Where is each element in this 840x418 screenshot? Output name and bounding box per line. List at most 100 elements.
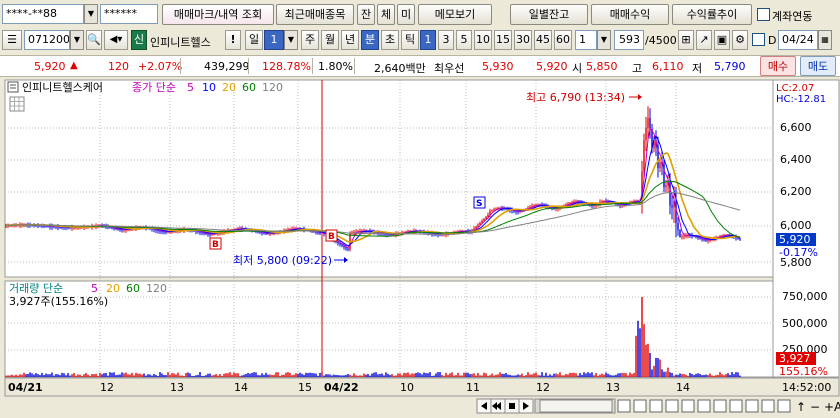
volume-bar [519,374,521,377]
yearly-button[interactable]: 년 [341,30,359,50]
x-label-15: 15 [298,381,312,394]
password-field[interactable]: ****** [100,4,158,24]
y-tick-6600: 6,600 [780,121,812,134]
price-volume-chart[interactable]: 인피니트헬스케어 종가 단순 5 10 20 60 120 최고 6,790 (… [0,79,840,418]
interval-3-button[interactable]: 3 [438,30,454,50]
daily-button[interactable]: 일 [245,30,263,50]
stock-code-field[interactable]: 071200 [24,30,70,50]
grid-icon[interactable]: ⊞ [678,30,694,50]
trade-profit-button[interactable]: 매매수익 [591,4,669,25]
minute-button[interactable]: 분 [361,30,379,50]
tool-icon-9[interactable] [745,399,759,413]
volume-bar [199,372,201,377]
volume-bar [299,372,301,377]
account-link-checkbox[interactable] [757,8,770,21]
tool-icon-5[interactable] [681,399,695,413]
stock-code-dropdown-icon[interactable]: ▼ [70,30,84,50]
alert-button[interactable]: ! [225,30,241,50]
volume-bar [589,373,591,377]
buy-button[interactable]: 매수 [760,56,796,76]
count-field[interactable]: 593 [614,30,644,50]
memo-button[interactable]: 메모보기 [418,4,492,25]
volume-bar [401,375,403,377]
volume-bar [225,373,227,377]
interval-30-button[interactable]: 30 [514,30,532,50]
panel-menu-icon[interactable] [7,81,19,93]
tool-icon-2[interactable] [633,399,647,413]
balance-button[interactable]: 잔 [357,4,375,25]
unexecuted-button[interactable]: 미 [397,4,415,25]
settings-icon[interactable]: ⚙ [732,30,748,50]
volume-bar [181,375,183,377]
period-dropdown-icon[interactable]: ▼ [284,30,298,50]
weekly-button[interactable]: 주 [301,30,319,50]
second-button[interactable]: 초 [381,30,399,50]
grid-toggle-icon[interactable] [9,96,25,112]
tool-icon-11[interactable] [777,399,791,413]
chart-tool-icon[interactable]: ↗ [696,30,712,50]
tool-icon-7[interactable] [713,399,727,413]
volume-bar [231,374,233,377]
tick-button[interactable]: 틱 [401,30,419,50]
volume-bar [595,372,597,377]
tool-icon-1[interactable] [617,399,631,413]
volume-bar [627,375,629,377]
volume-bar [185,373,187,377]
save-icon[interactable]: ▣ [714,30,730,50]
interval-10-button[interactable]: 10 [474,30,492,50]
search-icon[interactable]: 🔍 [86,30,102,50]
zoom-in-icon[interactable]: + [824,400,834,414]
interval-5-button[interactable]: 5 [456,30,472,50]
calendar-icon[interactable]: ▦ [818,30,832,50]
count-select[interactable]: 1 [575,30,597,50]
period-select[interactable]: 1 [264,30,284,50]
tool-icon-8[interactable] [729,399,743,413]
auto-scale-icon[interactable]: A [834,400,840,414]
daily-balance-button[interactable]: 일별잔고 [510,4,588,25]
volume-bar [451,372,453,377]
account-number-field[interactable]: ****-**88 [2,4,84,24]
volume-bar [177,372,179,377]
volume-bar [421,374,423,377]
interval-60-button[interactable]: 60 [554,30,572,50]
tool-icon-6[interactable] [697,399,711,413]
volume-bar [735,372,737,377]
monthly-button[interactable]: 월 [321,30,339,50]
interval-45-button[interactable]: 45 [534,30,552,50]
date-checkbox[interactable] [752,33,765,46]
list-icon[interactable]: ☰ [2,30,22,50]
volume-bar [249,373,251,377]
volume-bar [227,373,229,377]
vol-tick-500000: 500,000 [782,317,828,330]
interval-1-button[interactable]: 1 [420,30,436,50]
volume-bar [215,374,217,377]
count-dropdown-icon[interactable]: ▼ [597,30,611,50]
zoom-out-icon[interactable]: − [810,400,820,414]
scroll-thumb[interactable] [539,399,613,413]
speaker-icon[interactable]: ◀▾ [104,30,128,50]
candle-body [493,209,495,211]
volume-bar [411,373,413,377]
recent-trades-button[interactable]: 최근매매종목 [276,4,354,25]
tool-icon-3[interactable] [649,399,663,413]
high-annotation: 최고 6,790 (13:34) [526,91,625,104]
lc-label: LC:2.07 [776,83,814,94]
tool-icon-10[interactable] [761,399,775,413]
volume-bar [263,374,265,377]
trade-mark-button[interactable]: 매매마크/내역 조회 [162,4,274,25]
account-dropdown-icon[interactable]: ▼ [84,4,98,24]
volume-bar [511,375,513,377]
current-volume-tag-text: 3,927 [779,352,811,365]
sell-button[interactable]: 매도 [800,56,836,76]
yield-trend-button[interactable]: 수익률추이 [672,4,752,25]
volume-bar [127,374,129,377]
executed-button[interactable]: 체 [377,4,395,25]
volume-bar [85,373,87,377]
volume-bar [673,375,675,377]
tool-icon-4[interactable] [665,399,679,413]
reset-icon[interactable]: ↑ [796,400,806,414]
volume-bar [33,374,35,377]
volume-bar [473,373,475,377]
date-field[interactable]: 04/24 [778,30,818,50]
interval-15-button[interactable]: 15 [494,30,512,50]
